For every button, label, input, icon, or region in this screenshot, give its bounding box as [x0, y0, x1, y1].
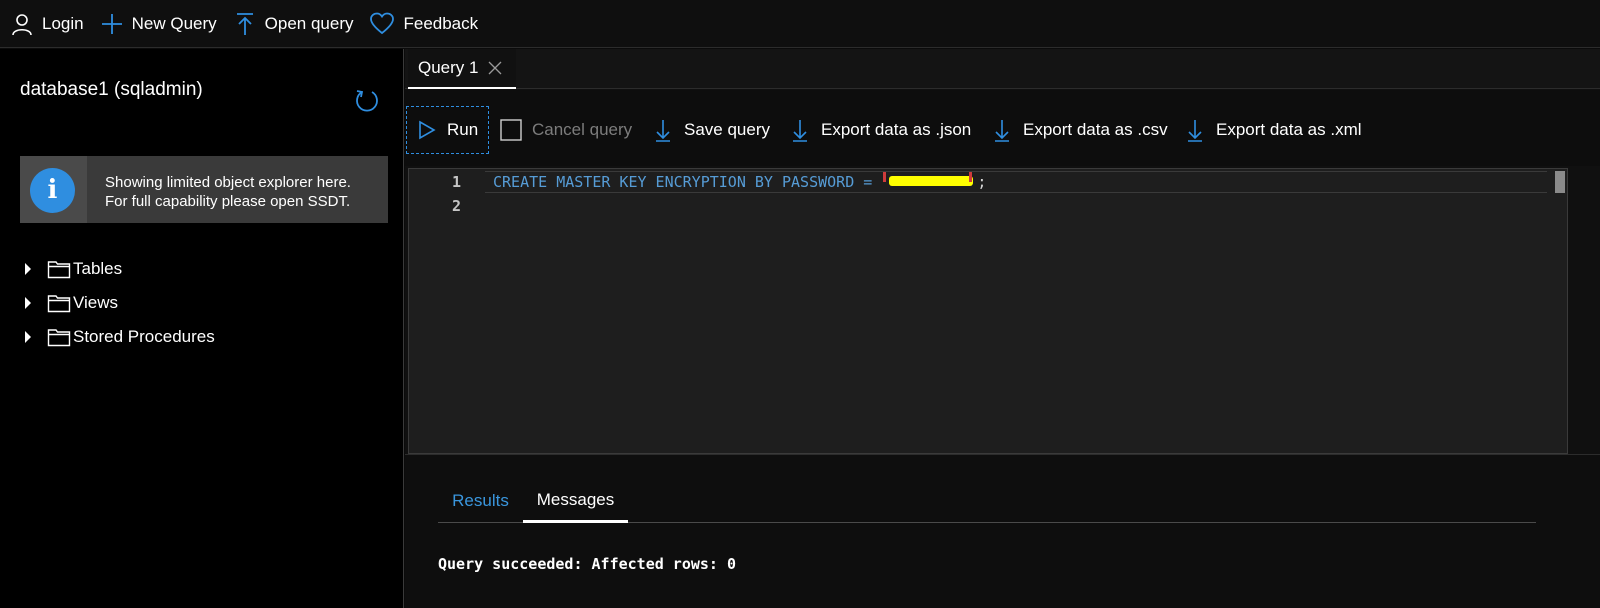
results-pane: Results Messages Query succeeded: Affect…: [405, 454, 1600, 608]
query-toolbar: Run Cancel query Save query Export data …: [405, 90, 1600, 166]
tree-item-label: Stored Procedures: [73, 327, 215, 346]
folder-icon: [47, 329, 71, 347]
info-banner: i Showing limited object explorer here. …: [20, 156, 388, 223]
database-title: database1 (sqladmin): [20, 79, 203, 100]
code-line: 1 CREATE MASTER KEY ENCRYPTION BY PASSWO…: [409, 170, 1509, 194]
tab-query-1[interactable]: Query 1: [408, 49, 516, 89]
line-number: 1: [451, 173, 461, 191]
folder-icon: [47, 295, 71, 313]
user-icon: [12, 13, 32, 35]
info-text-line2: For full capability please open SSDT.: [105, 193, 351, 210]
sql-keywords: CREATE MASTER KEY ENCRYPTION BY PASSWORD…: [493, 172, 882, 191]
open-query-label: Open query: [264, 13, 354, 33]
export-json-label: Export data as .json: [821, 120, 972, 139]
sql-editor[interactable]: 1 CREATE MASTER KEY ENCRYPTION BY PASSWO…: [408, 168, 1568, 454]
checkbox-icon: [500, 119, 522, 141]
tree-item-stored-procedures[interactable]: Stored Procedures: [20, 320, 215, 354]
results-tabs: Results Messages: [438, 479, 1536, 523]
heart-icon: [370, 12, 395, 34]
redacted-password: [881, 172, 977, 191]
tab-results[interactable]: Results: [438, 479, 523, 523]
new-query-label: New Query: [131, 13, 217, 33]
caret-right-icon[interactable]: [25, 263, 31, 275]
tree-item-label: Tables: [73, 259, 123, 278]
tab-messages[interactable]: Messages: [523, 479, 628, 523]
new-query-button[interactable]: New Query: [100, 0, 217, 48]
login-button[interactable]: Login: [10, 0, 84, 48]
query-workspace: Query 1 Run Cancel query Save query Expo…: [405, 49, 1600, 608]
feedback-button[interactable]: Feedback: [369, 0, 478, 48]
export-xml-button[interactable]: Export data as .xml: [1186, 106, 1362, 154]
play-icon: [419, 120, 436, 140]
export-xml-label: Export data as .xml: [1216, 120, 1362, 139]
info-icon: i: [30, 168, 75, 213]
cancel-query-button[interactable]: Cancel query: [500, 106, 632, 154]
code-text: CREATE MASTER KEY ENCRYPTION BY PASSWORD…: [493, 172, 987, 192]
run-label: Run: [447, 120, 479, 139]
code-line: 2: [409, 194, 1509, 218]
download-arrow-icon: [995, 120, 1009, 142]
object-explorer-sidebar: database1 (sqladmin) i Showing limited o…: [0, 49, 404, 608]
top-bar: Login New Query Open query Feedback: [0, 0, 1600, 48]
result-message: Query succeeded: Affected rows: 0: [438, 555, 737, 573]
save-query-button[interactable]: Save query: [654, 106, 770, 154]
tree-item-views[interactable]: Views: [20, 286, 215, 320]
upload-icon: [236, 12, 253, 35]
run-button[interactable]: Run: [406, 106, 489, 154]
statement-terminator: ;: [977, 172, 987, 191]
folder-icon: [47, 261, 71, 279]
object-tree: Tables Views Stored Procedures: [20, 252, 215, 354]
download-arrow-icon: [656, 120, 670, 142]
caret-right-icon[interactable]: [25, 331, 31, 343]
tree-item-label: Views: [73, 293, 119, 312]
info-text-line1: Showing limited object explorer here.: [105, 174, 351, 191]
export-csv-button[interactable]: Export data as .csv: [993, 106, 1168, 154]
refresh-icon[interactable]: [354, 87, 380, 113]
cancel-query-label: Cancel query: [532, 120, 633, 139]
tree-item-tables[interactable]: Tables: [20, 252, 215, 286]
plus-icon: [101, 13, 122, 34]
caret-right-icon[interactable]: [25, 297, 31, 309]
editor-scrollbar-thumb[interactable]: [1555, 171, 1565, 193]
info-text: Showing limited object explorer here. Fo…: [105, 173, 351, 211]
feedback-label: Feedback: [403, 13, 479, 33]
download-arrow-icon: [1188, 120, 1202, 142]
export-json-button[interactable]: Export data as .json: [791, 106, 971, 154]
login-label: Login: [42, 13, 84, 33]
line-number: 2: [451, 197, 461, 215]
export-csv-label: Export data as .csv: [1023, 120, 1168, 139]
tab-label: Query 1: [418, 58, 479, 77]
open-query-button[interactable]: Open query: [233, 0, 354, 48]
download-arrow-icon: [793, 120, 807, 142]
close-icon[interactable]: [488, 61, 502, 75]
save-query-label: Save query: [684, 120, 770, 139]
query-tab-bar: Query 1: [405, 49, 1600, 89]
